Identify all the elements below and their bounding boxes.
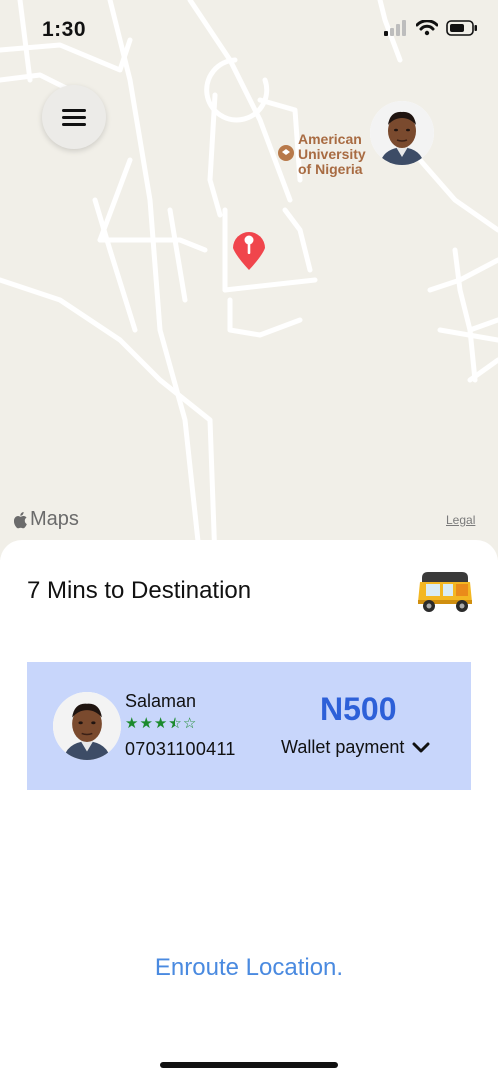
driver-name: Salaman [125,691,197,711]
driver-avatar [53,692,121,760]
trip-bottom-sheet: 7 Mins to Destination Salaman ★ ★ ★ ☆ ☆ … [0,540,498,1080]
university-icon [278,145,294,161]
driver-photo-icon [53,692,121,760]
maps-attribution: Maps [30,508,79,530]
poi-marker[interactable]: American University of Nigeria [278,132,378,177]
status-bar: 1:30 [0,0,498,60]
battery-icon [446,20,477,36]
driver-location-avatar[interactable] [370,101,434,165]
tuktuk-icon [416,570,474,619]
cellular-signal-icon [384,20,406,36]
status-time: 1:30 [42,18,87,41]
menu-button[interactable] [42,85,106,149]
star-full-icon: ★ [139,715,153,732]
apple-maps-logo: Maps [14,508,79,531]
poi-label: American University of Nigeria [298,131,366,177]
chevron-down-icon [412,742,430,752]
star-empty-icon: ☆ [182,715,197,732]
driver-rating: ★★★☆★☆ [125,716,196,732]
eta-label: 7 Mins to Destination [27,577,252,604]
hamburger-menu-icon [62,109,86,126]
driver-phone[interactable]: 07031100411 [125,739,236,760]
fare-amount: N500 [320,691,397,727]
wifi-icon [416,20,438,36]
home-indicator[interactable] [160,1062,338,1068]
enroute-location-link[interactable]: Enroute Location. [0,954,498,982]
destination-pin[interactable] [230,226,268,277]
map-roads [0,0,498,560]
status-icons [384,20,478,36]
location-pin-icon [233,232,265,270]
driver-card[interactable]: Salaman ★★★☆★☆ 07031100411 N500 Wallet p… [27,662,471,790]
payment-method-dropdown[interactable]: Wallet payment [281,737,430,758]
driver-face-icon [370,101,434,165]
star-half-icon: ☆★ [168,715,182,732]
star-full-icon: ★ [153,715,168,732]
apple-icon [14,511,27,528]
map-view[interactable]: 1:30 American University of Nigeria Maps… [0,0,498,560]
payment-method-label: Wallet payment [281,737,405,757]
star-full-icon: ★ [125,715,139,732]
legal-link[interactable]: Legal [446,513,475,527]
